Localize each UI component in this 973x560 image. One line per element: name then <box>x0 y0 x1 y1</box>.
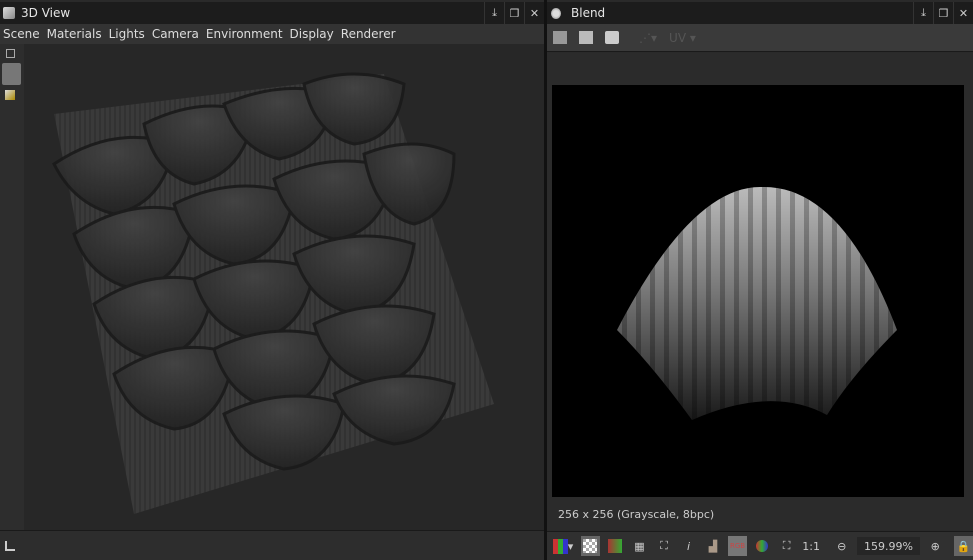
viewport-toolbar <box>0 44 24 530</box>
menu-materials[interactable]: Materials <box>47 27 102 41</box>
grid-icon[interactable]: ▦ <box>630 536 649 556</box>
color-channels-icon[interactable] <box>753 536 772 556</box>
uv-dropdown[interactable]: UV ▾ <box>669 31 696 45</box>
blend-image <box>552 85 964 497</box>
panel-title: Blend <box>571 6 606 20</box>
uv-label: UV <box>669 30 687 45</box>
gradient-icon[interactable] <box>606 536 625 556</box>
menu-renderer[interactable]: Renderer <box>341 27 396 41</box>
close-icon[interactable]: ✕ <box>524 2 544 24</box>
pin-icon[interactable]: ⤓ <box>913 2 933 24</box>
float-window-icon[interactable]: ❐ <box>933 2 953 24</box>
menu-scene[interactable]: Scene <box>3 27 40 41</box>
actual-size-button[interactable]: 1:1 <box>802 536 821 556</box>
blend-toolbar: ⋰▾ UV ▾ <box>547 24 973 52</box>
zoom-in-icon[interactable]: ⊕ <box>926 536 945 556</box>
image-info: 256 x 256 (Grayscale, 8bpc) <box>558 508 715 521</box>
blend-titlebar: Blend ⤓ ❐ ✕ <box>547 2 973 24</box>
image-view-bottom-bar: ▾ ▦ ⛶ i ▟ RGB ⛶ 1:1 ⊖ 159.99% ⊕ 🔒 <box>547 531 973 560</box>
zoom-out-icon[interactable]: ⊖ <box>832 536 851 556</box>
rgb-toggle[interactable]: RGB <box>728 536 747 556</box>
graph-icon[interactable]: ⋰▾ <box>639 31 657 45</box>
3d-view-titlebar: 3D View ⤓ ❐ ✕ <box>0 2 544 24</box>
zoom-input[interactable]: 159.99% <box>856 537 920 555</box>
image-view[interactable]: 256 x 256 (Grayscale, 8bpc) <box>547 53 973 530</box>
3d-view-panel: 3D View ⤓ ❐ ✕ Scene Materials Lights Cam… <box>0 0 544 560</box>
menu-camera[interactable]: Camera <box>152 27 199 41</box>
float-window-icon[interactable]: ❐ <box>504 2 524 24</box>
scene-tree-icon[interactable] <box>5 541 15 551</box>
menu-environment[interactable]: Environment <box>206 27 283 41</box>
light-tool-icon[interactable] <box>5 90 15 100</box>
tile-icon[interactable]: ⛶ <box>655 536 674 556</box>
fit-icon[interactable]: ⛶ <box>777 536 796 556</box>
cube-icon <box>3 7 15 19</box>
transparency-icon[interactable] <box>581 536 600 556</box>
snapshot-icon[interactable] <box>605 31 619 44</box>
3d-view-bottom-bar <box>0 530 544 560</box>
menu-bar: Scene Materials Lights Camera Environmen… <box>0 24 544 44</box>
external-link-icon[interactable] <box>6 49 15 58</box>
blend-panel: Blend ⤓ ❐ ✕ ⋰▾ UV ▾ 256 x 256 (Grayscale… <box>547 0 973 560</box>
menu-lights[interactable]: Lights <box>109 27 145 41</box>
info-icon[interactable]: i <box>679 536 698 556</box>
pin-icon[interactable]: ⤓ <box>484 2 504 24</box>
blend-icon <box>551 7 561 19</box>
blend-texture <box>617 186 897 420</box>
panel-title: 3D View <box>21 6 71 20</box>
close-icon[interactable]: ✕ <box>953 2 973 24</box>
3d-mesh-render <box>52 72 494 514</box>
menu-display[interactable]: Display <box>290 27 334 41</box>
camera-tool-icon[interactable] <box>2 63 21 85</box>
channel-select-icon[interactable]: ▾ <box>551 536 575 556</box>
lock-icon[interactable]: 🔒 <box>954 536 973 556</box>
save-icon[interactable] <box>579 31 593 44</box>
3d-viewport[interactable] <box>24 44 544 530</box>
histogram-icon[interactable]: ▟ <box>704 536 723 556</box>
compare-ab-icon[interactable] <box>553 31 567 44</box>
